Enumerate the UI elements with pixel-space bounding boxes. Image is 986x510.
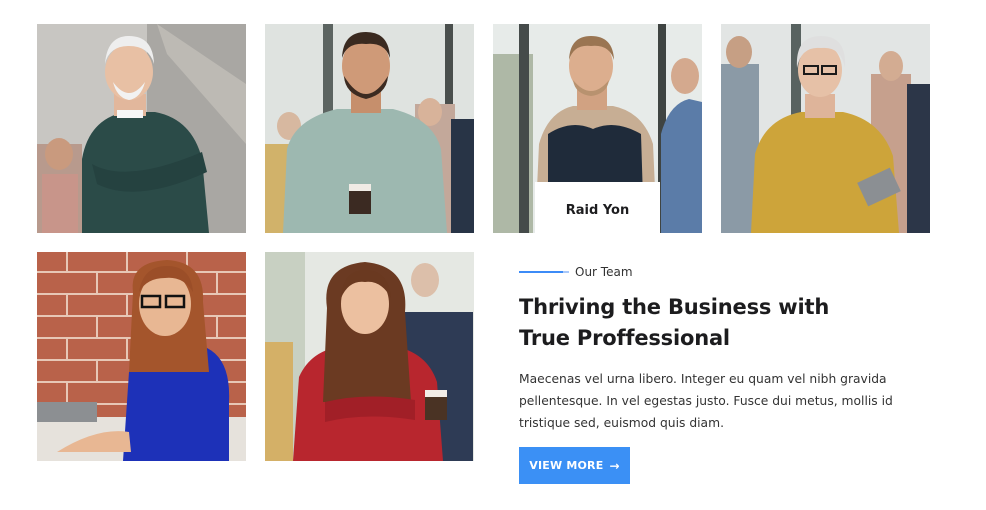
photo-icon — [37, 252, 246, 461]
team-photo-6 — [265, 252, 474, 461]
team-photo-5 — [37, 252, 246, 461]
section-eyebrow: Our Team — [519, 265, 633, 279]
photo-icon — [265, 252, 474, 461]
team-photo-2 — [265, 24, 474, 233]
arrow-right-icon: → — [609, 458, 620, 473]
view-more-label: VIEW MORE — [529, 459, 604, 472]
photo-icon — [265, 24, 474, 233]
team-photo-1 — [37, 24, 246, 233]
section-body: Maecenas vel urna libero. Integer eu qua… — [519, 372, 893, 430]
photo-icon — [37, 24, 246, 233]
team-photo-4 — [721, 24, 930, 233]
eyebrow-line — [519, 271, 569, 273]
eyebrow-label: Our Team — [575, 265, 633, 279]
member-name: Raid Yon — [565, 203, 630, 218]
view-more-button[interactable]: VIEW MORE → — [519, 447, 630, 484]
member-name-card: Raid Yon — [535, 182, 660, 233]
photo-icon — [721, 24, 930, 233]
section-headline: Thriving the Business with True Proffess… — [519, 295, 830, 350]
